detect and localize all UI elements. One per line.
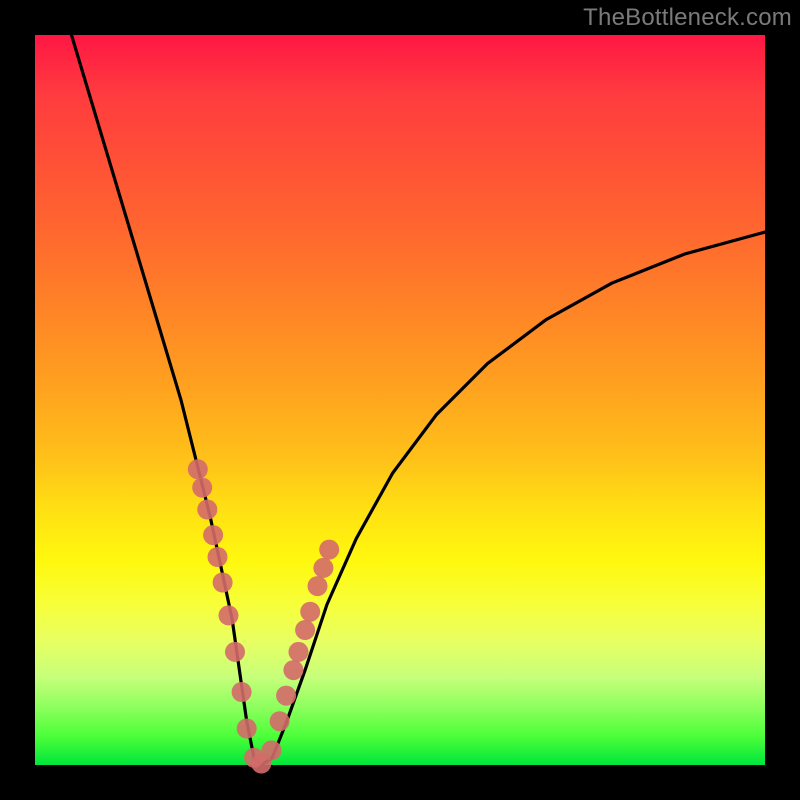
marker-point: [300, 602, 320, 622]
marker-point: [192, 478, 212, 498]
highlight-markers: [188, 459, 339, 773]
marker-point: [197, 500, 217, 520]
marker-point: [213, 573, 233, 593]
marker-point: [208, 547, 228, 567]
watermark-text: TheBottleneck.com: [583, 4, 792, 32]
curve-svg: [35, 35, 765, 765]
marker-point: [295, 620, 315, 640]
marker-point: [319, 540, 339, 560]
marker-point: [276, 686, 296, 706]
marker-point: [225, 642, 245, 662]
marker-point: [308, 576, 328, 596]
marker-point: [188, 459, 208, 479]
marker-point: [289, 642, 309, 662]
marker-point: [219, 605, 239, 625]
bottleneck-curve: [72, 35, 766, 765]
marker-point: [262, 740, 282, 760]
plot-area: [35, 35, 765, 765]
marker-point: [283, 660, 303, 680]
marker-point: [237, 719, 257, 739]
marker-point: [313, 558, 333, 578]
chart-frame: TheBottleneck.com: [0, 0, 800, 800]
marker-point: [203, 525, 223, 545]
marker-point: [270, 711, 290, 731]
marker-point: [232, 682, 252, 702]
